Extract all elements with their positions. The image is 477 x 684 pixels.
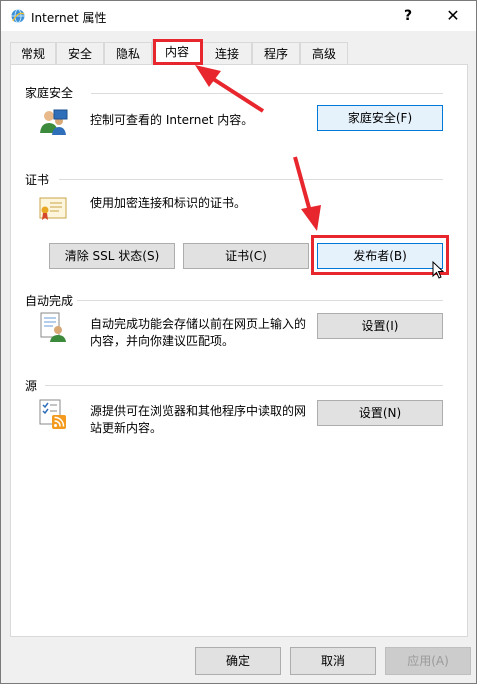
mouse-cursor-icon: [432, 261, 444, 279]
certificates-button[interactable]: 证书(C): [183, 243, 309, 269]
help-button[interactable]: ?: [385, 1, 431, 31]
feeds-description-line2: 站更新内容。: [90, 421, 163, 435]
cancel-button[interactable]: 取消: [290, 647, 376, 675]
feeds-title: 源: [25, 379, 38, 393]
divider: [77, 300, 443, 301]
tab-security[interactable]: 安全: [56, 42, 104, 64]
ie-globe-icon: [11, 9, 25, 23]
autocomplete-settings-button[interactable]: 设置(I): [317, 313, 443, 339]
certificates-title: 证书: [25, 173, 50, 187]
close-button[interactable]: ✕: [430, 1, 476, 31]
tab-advanced[interactable]: 高级: [300, 42, 348, 64]
tab-general[interactable]: 常规: [10, 42, 56, 64]
feeds-description-line1: 源提供可在浏览器和其他程序中读取的网: [90, 404, 307, 418]
annotation-arrow-icon: [195, 65, 265, 113]
certificates-description: 使用加密连接和标识的证书。: [90, 196, 247, 210]
family-safety-icon: [40, 109, 68, 135]
divider: [45, 385, 443, 386]
autocomplete-description-line2: 内容，并向你建议匹配项。: [90, 334, 235, 348]
autocomplete-description-line1: 自动完成功能会存储以前在网页上输入的: [90, 317, 307, 331]
family-safety-title: 家庭安全: [25, 86, 74, 100]
feeds-settings-button[interactable]: 设置(N): [317, 400, 443, 426]
autocomplete-title: 自动完成: [25, 294, 74, 308]
certificate-icon: [39, 197, 67, 220]
apply-button[interactable]: 应用(A): [385, 647, 471, 675]
content-panel: 家庭安全 控制可查看的 Internet 内容。 家庭安全(F) 证书 使用加密…: [10, 64, 468, 637]
ok-button[interactable]: 确定: [195, 647, 281, 675]
divider: [59, 179, 443, 180]
window-title: Internet 属性: [31, 11, 107, 25]
internet-properties-dialog: Internet 属性 ? ✕ 常规 安全 隐私 内容 连接 程序 高级 家庭安…: [0, 0, 477, 684]
clear-ssl-state-button[interactable]: 清除 SSL 状态(S): [49, 243, 175, 269]
title-bar: Internet 属性 ? ✕: [1, 1, 476, 31]
family-safety-button[interactable]: 家庭安全(F): [317, 105, 443, 131]
annotation-arrow-icon: [293, 156, 321, 231]
autocomplete-icon: [40, 312, 66, 342]
tab-privacy[interactable]: 隐私: [104, 42, 152, 64]
feeds-icon: [39, 399, 66, 429]
publishers-button-highlight: [311, 235, 449, 275]
